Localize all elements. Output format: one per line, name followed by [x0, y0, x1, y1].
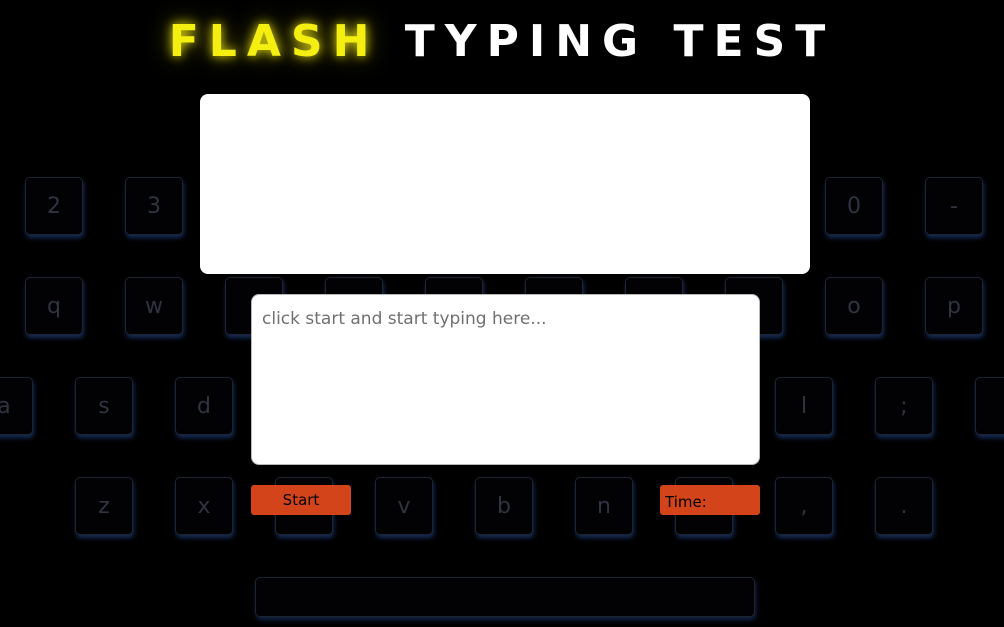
timer-display: Time:: [660, 485, 760, 515]
title-highlight: FLASH: [168, 16, 380, 67]
key-a: a: [0, 377, 33, 435]
key-z: z: [75, 477, 133, 535]
key-w: w: [125, 277, 183, 335]
typing-input[interactable]: [251, 294, 760, 465]
key-d: d: [175, 377, 233, 435]
key-period: .: [875, 477, 933, 535]
key-p: p: [925, 277, 983, 335]
page: 2 3 0 - q w o p a s d l ; z x v b n , . …: [0, 0, 1004, 627]
key-comma: ,: [775, 477, 833, 535]
key-b: b: [475, 477, 533, 535]
page-title: FLASH TYPING TEST: [0, 14, 1004, 70]
key-semicolon: ;: [875, 377, 933, 435]
key-o: o: [825, 277, 883, 335]
key-0: 0: [825, 177, 883, 235]
key-s: s: [75, 377, 133, 435]
key-l: l: [775, 377, 833, 435]
quote-display: [200, 94, 810, 274]
key-quote: [975, 377, 1004, 435]
key-v: v: [375, 477, 433, 535]
key-n: n: [575, 477, 633, 535]
key-2: 2: [25, 177, 83, 235]
key-minus: -: [925, 177, 983, 235]
title-rest: TYPING TEST: [404, 16, 836, 67]
key-q: q: [25, 277, 83, 335]
key-3: 3: [125, 177, 183, 235]
key-x: x: [175, 477, 233, 535]
key-space: [255, 577, 755, 617]
start-button[interactable]: Start: [251, 485, 351, 515]
